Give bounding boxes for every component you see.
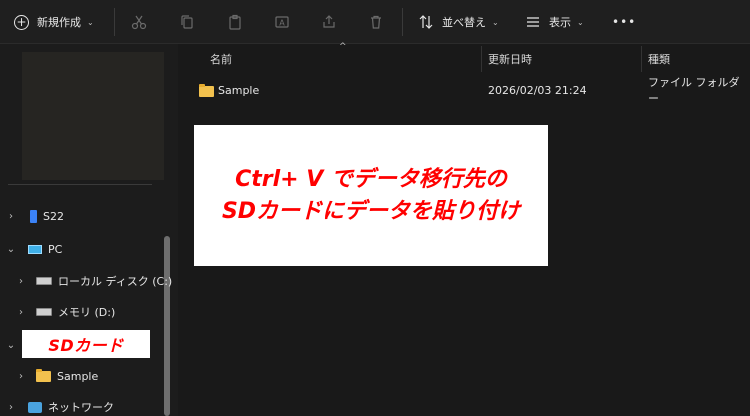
- drive-icon: [36, 308, 52, 316]
- chevron-right-icon[interactable]: ›: [16, 371, 26, 382]
- chevron-down-icon: ⌄: [87, 17, 94, 27]
- view-button-label: 表示: [549, 16, 571, 29]
- sidebar-item-label: PC: [48, 242, 63, 256]
- cut-button[interactable]: [131, 0, 147, 44]
- copy-button[interactable]: [179, 0, 195, 44]
- clipboard-icon: [229, 14, 241, 30]
- sidebar-item-label: S22: [43, 209, 64, 223]
- more-icon: •••: [612, 15, 637, 29]
- more-options-button[interactable]: •••: [612, 0, 636, 44]
- command-bar: + 新規作成 ⌄ A 並べ替え ⌄ 表示 ⌄ •••: [0, 0, 750, 44]
- chevron-right-icon[interactable]: ›: [6, 402, 16, 413]
- view-list-icon: [527, 17, 539, 27]
- file-name: Sample: [218, 83, 260, 97]
- drive-icon: [36, 277, 52, 285]
- phone-icon: [30, 209, 37, 223]
- sort-button-label: 並べ替え: [442, 16, 486, 29]
- delete-button[interactable]: [368, 0, 384, 44]
- annotation-line-1: Ctrl+ V でデータ移行先の: [235, 166, 507, 192]
- sidebar-item-memory[interactable]: › メモリ (D:): [16, 300, 115, 324]
- column-header-label: 種類: [648, 53, 670, 66]
- column-header-name[interactable]: 名前: [210, 44, 232, 74]
- chevron-right-icon[interactable]: ›: [16, 276, 26, 287]
- sidebar-item-local-disk[interactable]: › ローカル ディスク (C:): [16, 269, 172, 293]
- file-type: ファイル フォルダー: [648, 76, 740, 105]
- navigation-pane: › S22 ⌄ PC › ローカル ディスク (C:) › メモリ (D:) ⌄…: [0, 44, 178, 416]
- annotation-callout: Ctrl+ V でデータ移行先の SDカードにデータを貼り付け: [194, 125, 548, 266]
- sort-button[interactable]: 並べ替え ⌄: [418, 0, 499, 44]
- new-button-label: 新規作成: [37, 16, 81, 29]
- sidebar-item-network[interactable]: › ネットワーク: [6, 395, 114, 416]
- preview-thumbnail: [22, 52, 164, 180]
- chevron-down-icon: ⌄: [492, 17, 499, 27]
- view-button[interactable]: 表示 ⌄: [525, 0, 584, 44]
- folder-icon: [36, 368, 51, 382]
- column-divider[interactable]: [481, 46, 482, 72]
- chevron-down-icon[interactable]: ⌄: [6, 340, 16, 351]
- copy-icon: [181, 15, 193, 29]
- sidebar-item-label: ローカル ディスク (C:): [58, 275, 173, 288]
- sidebar-item-label: ネットワーク: [48, 401, 114, 414]
- share-icon: [323, 15, 335, 28]
- rename-button[interactable]: A: [274, 0, 290, 44]
- column-header-label: 更新日時: [488, 53, 532, 66]
- scissors-icon: [131, 15, 147, 30]
- new-button[interactable]: + 新規作成 ⌄: [14, 0, 94, 44]
- pc-icon: [28, 244, 42, 254]
- sort-ascending-icon: ^: [339, 42, 347, 52]
- chevron-down-icon: ⌄: [577, 17, 584, 27]
- annotation-line-2: SDカードにデータを貼り付け: [221, 198, 521, 224]
- sidebar-item-label: メモリ (D:): [58, 306, 116, 319]
- network-icon: [28, 401, 42, 413]
- table-row[interactable]: Sample 2026/02/03 21:24 ファイル フォルダー: [178, 76, 750, 105]
- share-button[interactable]: [321, 0, 337, 44]
- chevron-right-icon[interactable]: ›: [16, 307, 26, 318]
- trash-icon: [371, 15, 381, 29]
- plus-icon: +: [14, 14, 29, 30]
- toolbar-divider: [402, 8, 403, 36]
- chevron-right-icon[interactable]: ›: [6, 211, 16, 222]
- toolbar-divider: [114, 8, 115, 36]
- sidebar-scrollbar[interactable]: [164, 236, 170, 416]
- sidebar-divider: [8, 184, 152, 185]
- rename-icon: A: [275, 16, 289, 28]
- sidebar-item-pc[interactable]: ⌄ PC: [6, 237, 63, 261]
- column-header-label: 名前: [210, 53, 232, 66]
- column-header-type[interactable]: 種類: [648, 44, 670, 74]
- sidebar-item-sample[interactable]: › Sample: [16, 364, 98, 388]
- sidebar-item-s22[interactable]: › S22: [6, 204, 64, 228]
- sidebar-item-sd-card-chevron[interactable]: ⌄: [6, 333, 16, 357]
- sidebar-item-sd-card[interactable]: SDカード: [22, 330, 150, 358]
- column-divider[interactable]: [641, 46, 642, 72]
- sidebar-item-label: Sample: [57, 369, 99, 383]
- paste-button[interactable]: [227, 0, 243, 44]
- sort-icon: [419, 15, 433, 29]
- file-modified: 2026/02/03 21:24: [488, 83, 587, 97]
- column-header-modified[interactable]: 更新日時: [488, 44, 532, 74]
- sidebar-item-label: SDカード: [48, 336, 124, 355]
- chevron-down-icon[interactable]: ⌄: [6, 244, 16, 255]
- svg-text:A: A: [279, 19, 285, 28]
- folder-icon: [199, 84, 214, 97]
